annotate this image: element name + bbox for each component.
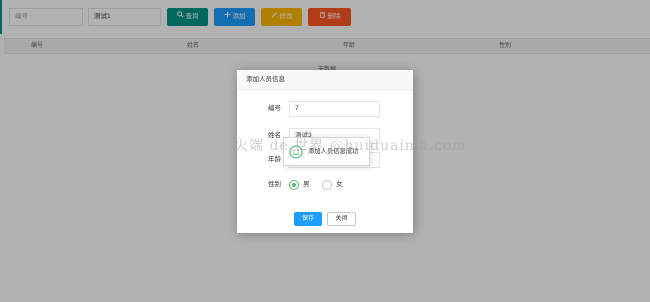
dialog-title: 添加人员信息	[237, 70, 413, 90]
id-row: 编号 7	[237, 101, 413, 117]
id-field[interactable]: 7	[289, 101, 380, 117]
save-button[interactable]: 保存	[294, 212, 322, 226]
radio-unchecked-icon	[322, 180, 332, 190]
gender-option-male: 男	[303, 181, 310, 188]
gender-option-female: 女	[336, 181, 343, 188]
gender-label: 性别	[268, 181, 281, 188]
close-button[interactable]: 关闭	[327, 212, 356, 226]
radio-checked-icon	[289, 180, 299, 190]
gender-row: 性别 男 女	[237, 177, 413, 193]
id-label: 编号	[268, 105, 281, 112]
watermark: 火端 de 世界 @huiduaima.com	[234, 138, 467, 154]
